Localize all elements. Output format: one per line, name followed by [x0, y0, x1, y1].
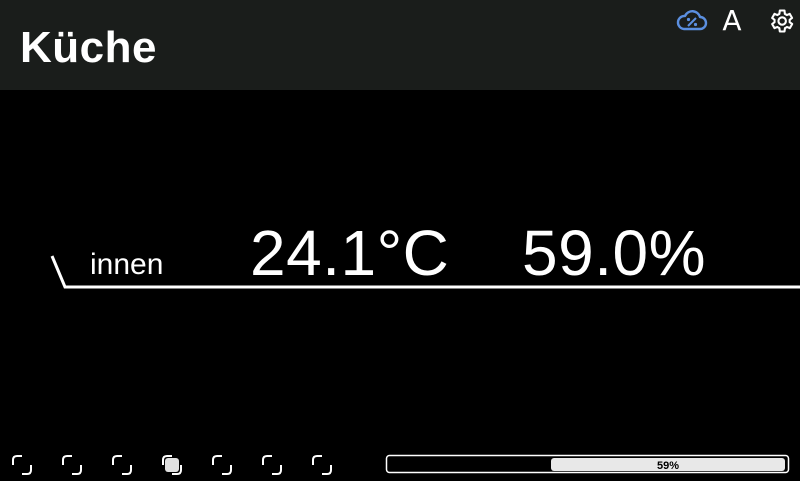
page-dot[interactable]: [61, 454, 83, 476]
page-indicator: [0, 452, 360, 480]
page-dot[interactable]: [111, 454, 133, 476]
page-dot-active[interactable]: [161, 454, 183, 476]
humidity-value: 59.0%: [522, 217, 706, 289]
gear-icon[interactable]: [766, 6, 796, 36]
page-dot[interactable]: [311, 454, 333, 476]
header-bar: Küche A: [0, 0, 800, 90]
cloud-percent-icon[interactable]: [676, 6, 708, 36]
page-title: Küche: [20, 23, 157, 72]
page-dot[interactable]: [261, 454, 283, 476]
temperature-value: 24.1°C: [250, 217, 450, 289]
page-dot[interactable]: [11, 454, 33, 476]
progress-label: 59%: [656, 460, 680, 472]
font-a-icon[interactable]: A: [718, 6, 746, 36]
sensor-location-label: innen: [90, 248, 164, 281]
page-dot[interactable]: [211, 454, 233, 476]
